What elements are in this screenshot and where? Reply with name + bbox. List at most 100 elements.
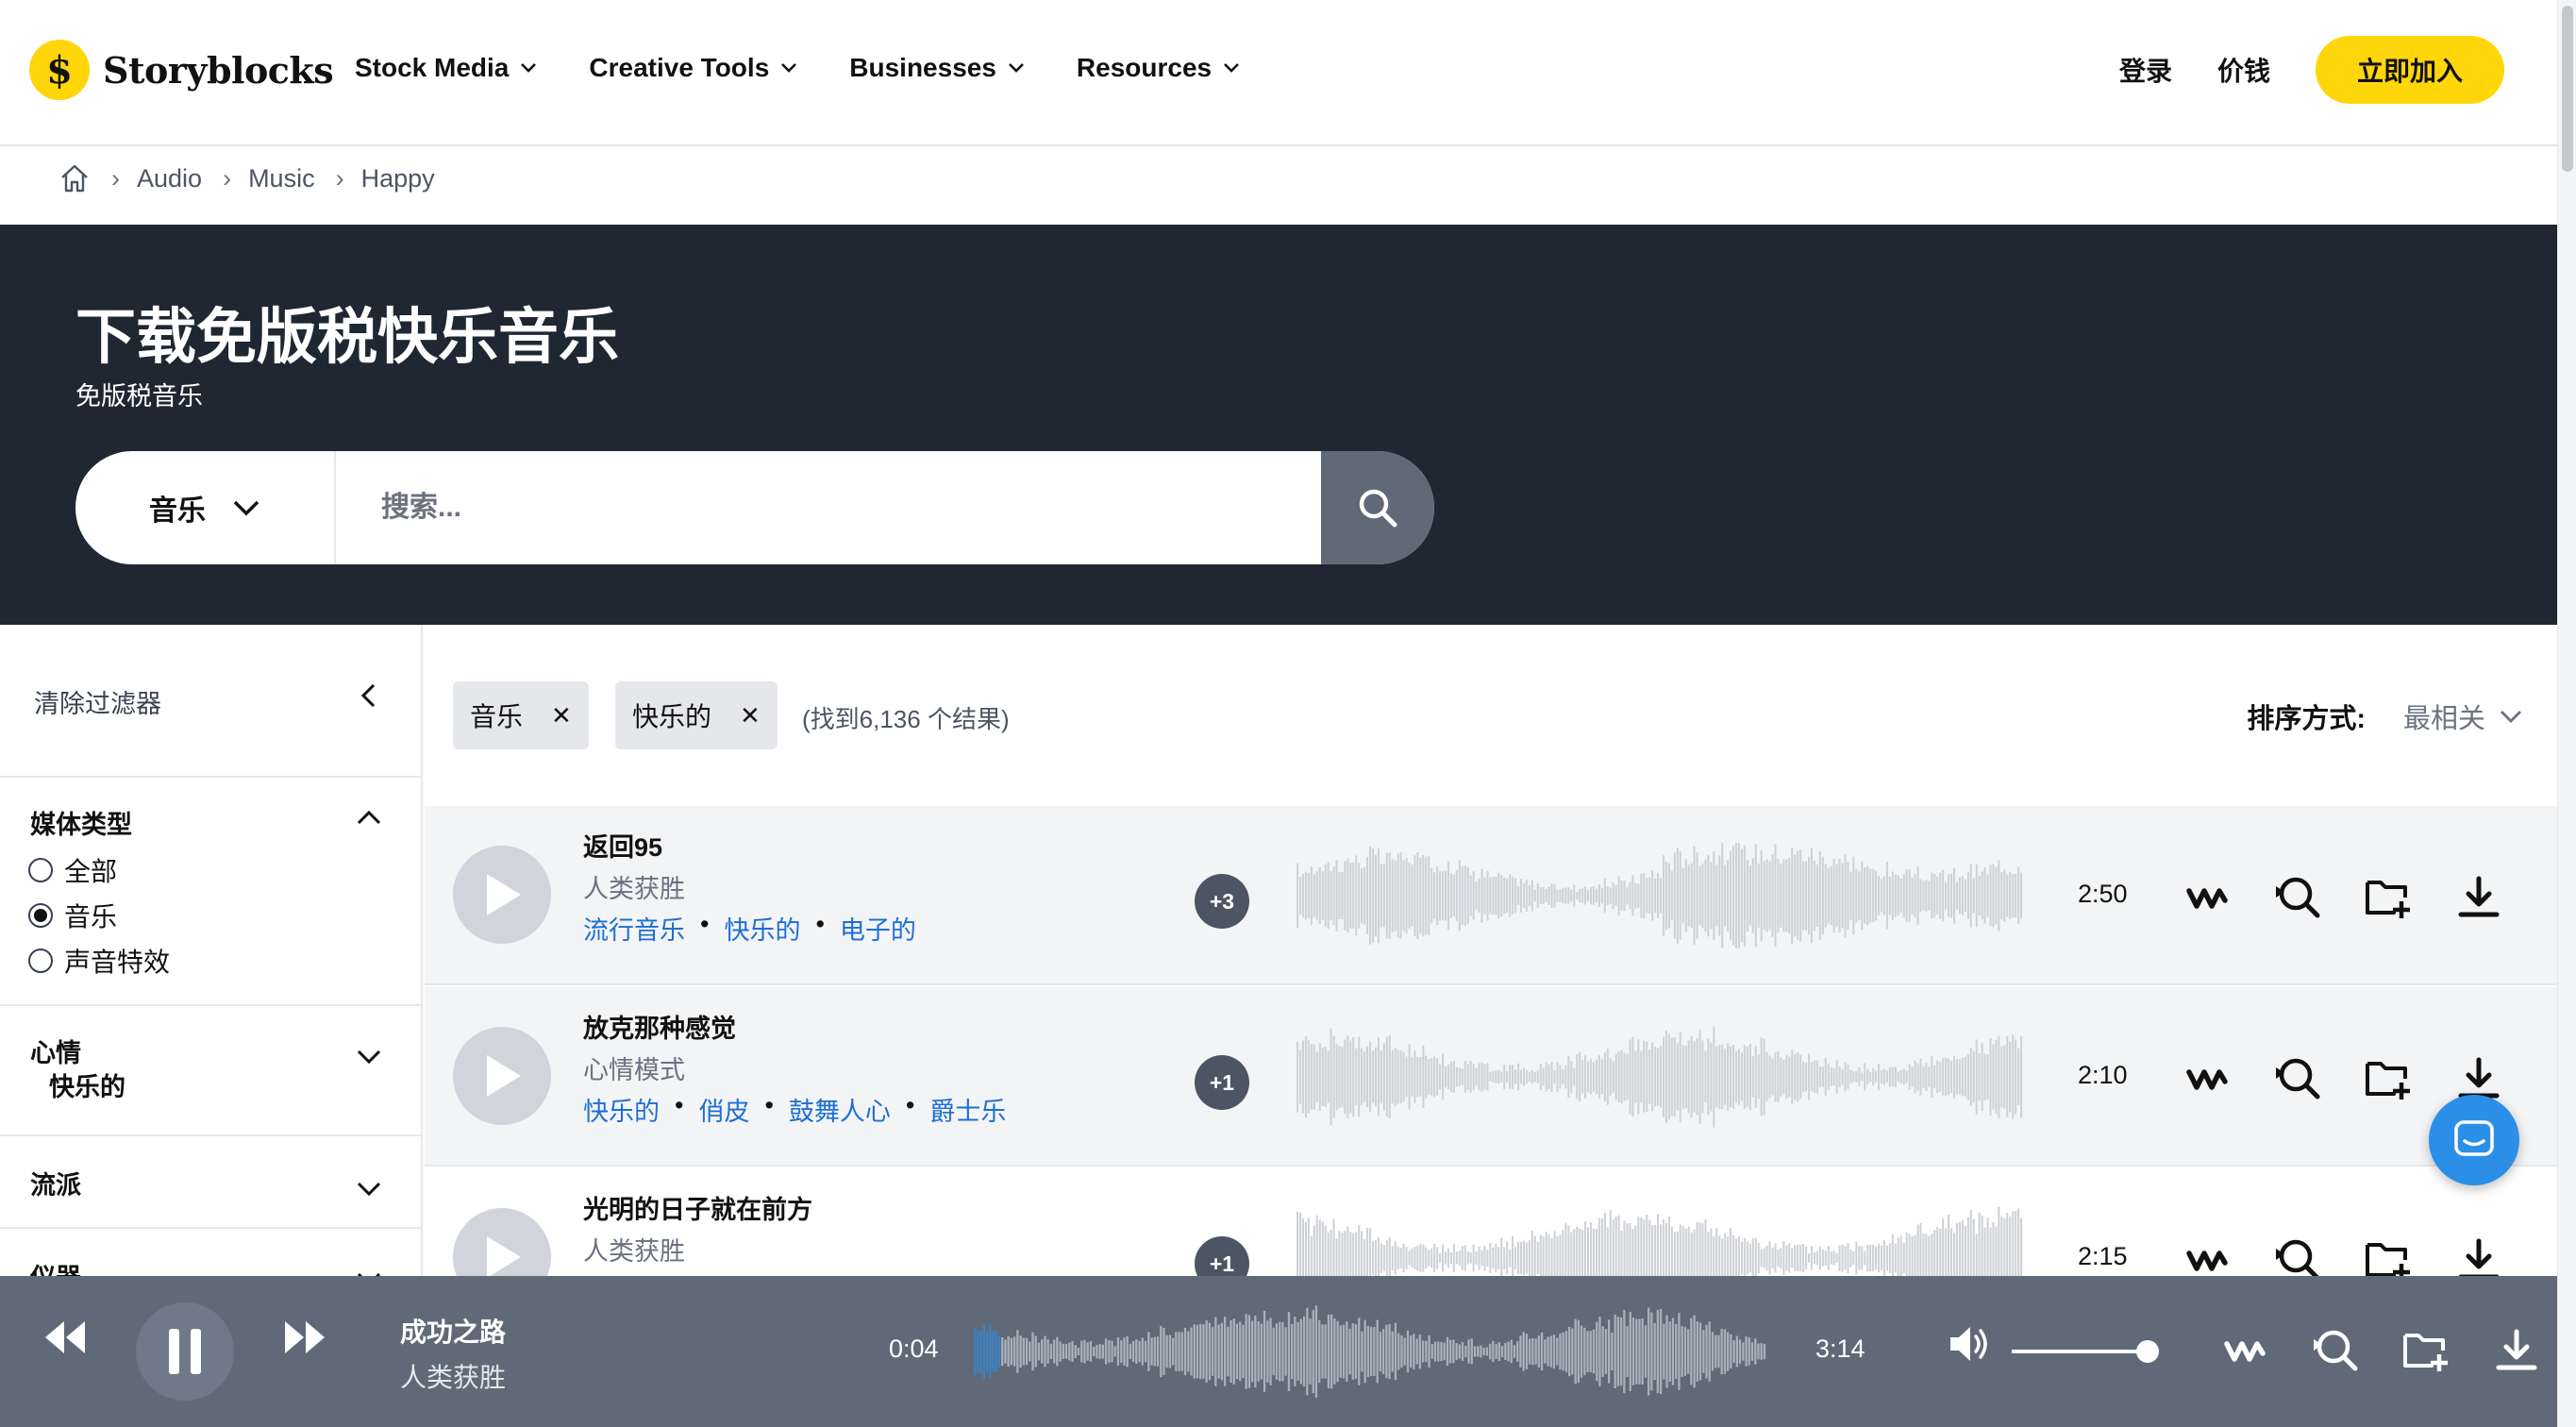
chat-button[interactable] <box>2429 1095 2519 1185</box>
find-similar-button[interactable] <box>2310 1325 2361 1376</box>
waveform-bar <box>1019 1335 1022 1368</box>
previous-icon[interactable] <box>42 1318 89 1357</box>
clear-filters-link[interactable]: 清除过滤器 <box>34 683 161 720</box>
waveform-bar <box>985 1331 989 1372</box>
breadcrumb-audio[interactable]: Audio <box>137 164 202 193</box>
track-title[interactable]: 放克那种感觉 <box>583 1008 736 1045</box>
breadcrumb-separator: › <box>223 163 232 193</box>
radio-button-selected[interactable] <box>28 903 53 928</box>
waveform-bar <box>1049 1343 1053 1360</box>
tag-link[interactable]: 电子的 <box>840 910 916 947</box>
now-playing-title[interactable]: 成功之路 <box>400 1312 506 1350</box>
add-to-folder-button[interactable] <box>2363 1053 2414 1104</box>
stems-button[interactable] <box>2219 1325 2270 1376</box>
genre-title[interactable]: 流派 <box>30 1165 81 1201</box>
play-button[interactable] <box>453 1027 551 1125</box>
more-versions-badge[interactable]: +3 <box>1195 874 1249 929</box>
tag-link[interactable]: 快乐的 <box>583 1091 660 1128</box>
next-icon[interactable] <box>281 1318 328 1357</box>
track-row[interactable]: 返回95 人类获胜 流行音乐 • 快乐的 • 电子的 +3 2:50 <box>425 806 2557 985</box>
filter-chip-music[interactable]: 音乐 ✕ <box>453 681 589 749</box>
menu-resources[interactable]: Resources <box>1077 53 1240 83</box>
stems-button[interactable] <box>2182 872 2233 923</box>
more-versions-badge[interactable]: +1 <box>1195 1055 1249 1110</box>
media-type-sfx[interactable]: 声音特效 <box>28 942 170 980</box>
track-artist[interactable]: 人类获胜 <box>583 1231 685 1268</box>
play-button[interactable] <box>453 846 551 944</box>
waveform-bar <box>1824 864 1827 928</box>
add-to-folder-button[interactable] <box>2400 1325 2451 1376</box>
radio-button[interactable] <box>28 858 53 882</box>
storyblocks-logo[interactable]: $ Storyblocks <box>29 40 334 100</box>
stems-button[interactable] <box>2182 1053 2233 1104</box>
add-to-folder-button[interactable] <box>2363 872 2414 923</box>
chevron-up-icon[interactable] <box>355 804 383 832</box>
find-similar-button[interactable] <box>2272 1234 2323 1276</box>
waveform-bar <box>1580 1325 1583 1378</box>
breadcrumb-music[interactable]: Music <box>248 164 315 193</box>
login-link[interactable]: 登录 <box>2119 51 2172 89</box>
track-title[interactable]: 光明的日子就在前方 <box>583 1189 812 1226</box>
filter-chip-happy[interactable]: 快乐的 ✕ <box>615 681 778 749</box>
radio-button[interactable] <box>28 949 53 973</box>
close-icon[interactable]: ✕ <box>551 701 572 730</box>
mood-title[interactable]: 心情 <box>30 1032 81 1069</box>
home-icon[interactable] <box>59 162 91 194</box>
find-similar-button[interactable] <box>2272 872 2323 923</box>
waveform[interactable] <box>1296 1204 2023 1276</box>
chevron-down-icon[interactable] <box>355 1042 383 1070</box>
volume-slider[interactable] <box>2012 1350 2151 1353</box>
track-artist[interactable]: 心情模式 <box>583 1049 685 1086</box>
search-type-select[interactable]: 音乐 <box>75 451 336 564</box>
chevron-down-icon[interactable] <box>355 1174 383 1202</box>
waveform-bar <box>1553 1231 1556 1276</box>
download-button[interactable] <box>2453 872 2504 923</box>
waveform-bar <box>1153 1336 1156 1367</box>
track-title[interactable]: 返回95 <box>583 827 662 864</box>
tag-link[interactable]: 流行音乐 <box>583 910 685 947</box>
download-button[interactable] <box>2491 1325 2542 1376</box>
play-icon <box>487 1236 521 1276</box>
download-button[interactable] <box>2453 1234 2504 1276</box>
media-type-music[interactable]: 音乐 <box>28 897 117 934</box>
menu-businesses[interactable]: Businesses <box>849 53 1025 83</box>
player-waveform[interactable] <box>974 1299 1766 1404</box>
breadcrumb-happy[interactable]: Happy <box>361 164 435 193</box>
search-input[interactable] <box>336 451 1321 564</box>
waveform[interactable] <box>1296 842 2023 949</box>
waveform-bar <box>1495 1070 1497 1083</box>
scrollbar-thumb[interactable] <box>2562 6 2573 172</box>
chevron-left-icon[interactable] <box>355 681 383 710</box>
waveform-bar <box>1698 865 1701 926</box>
add-to-folder-button[interactable] <box>2363 1234 2414 1276</box>
search-button[interactable] <box>1321 451 1434 564</box>
menu-creative-tools[interactable]: Creative Tools <box>589 53 797 83</box>
tag-link[interactable]: 快乐的 <box>724 910 800 947</box>
media-type-all[interactable]: 全部 <box>28 851 117 889</box>
media-type-title[interactable]: 媒体类型 <box>30 804 132 841</box>
more-versions-badge[interactable]: +1 <box>1195 1236 1249 1276</box>
track-artist[interactable]: 人类获胜 <box>583 868 685 905</box>
waveform[interactable] <box>1296 1023 2023 1131</box>
tag-link[interactable]: 爵士乐 <box>929 1091 1006 1128</box>
pricing-link[interactable]: 价钱 <box>2217 51 2270 89</box>
sort-control[interactable]: 排序方式: 最相关 <box>2247 697 2523 736</box>
waveform-bar <box>1391 1246 1394 1270</box>
close-icon[interactable]: ✕ <box>740 701 761 730</box>
tag-link[interactable]: 鼓舞人心 <box>789 1091 891 1128</box>
waveform-bar <box>1660 878 1663 914</box>
page-scrollbar[interactable] <box>2557 0 2576 1427</box>
join-button[interactable]: 立即加入 <box>2316 36 2504 104</box>
track-row[interactable]: 光明的日子就在前方 人类获胜 +1 2:15 <box>425 1168 2557 1276</box>
stems-button[interactable] <box>2182 1234 2233 1276</box>
play-button[interactable] <box>453 1208 551 1276</box>
volume-knob[interactable] <box>2136 1340 2159 1363</box>
volume-icon[interactable] <box>1948 1323 1993 1365</box>
now-playing-artist[interactable]: 人类获胜 <box>400 1357 506 1395</box>
menu-stock-media[interactable]: Stock Media <box>355 53 537 83</box>
waveform-bar <box>1506 1071 1509 1083</box>
find-similar-button[interactable] <box>2272 1053 2323 1104</box>
tag-link[interactable]: 俏皮 <box>698 1091 749 1128</box>
track-row[interactable]: 放克那种感觉 心情模式 快乐的 • 俏皮 • 鼓舞人心 • 爵士乐 +1 2:10 <box>425 987 2557 1167</box>
pause-button[interactable] <box>136 1302 234 1401</box>
